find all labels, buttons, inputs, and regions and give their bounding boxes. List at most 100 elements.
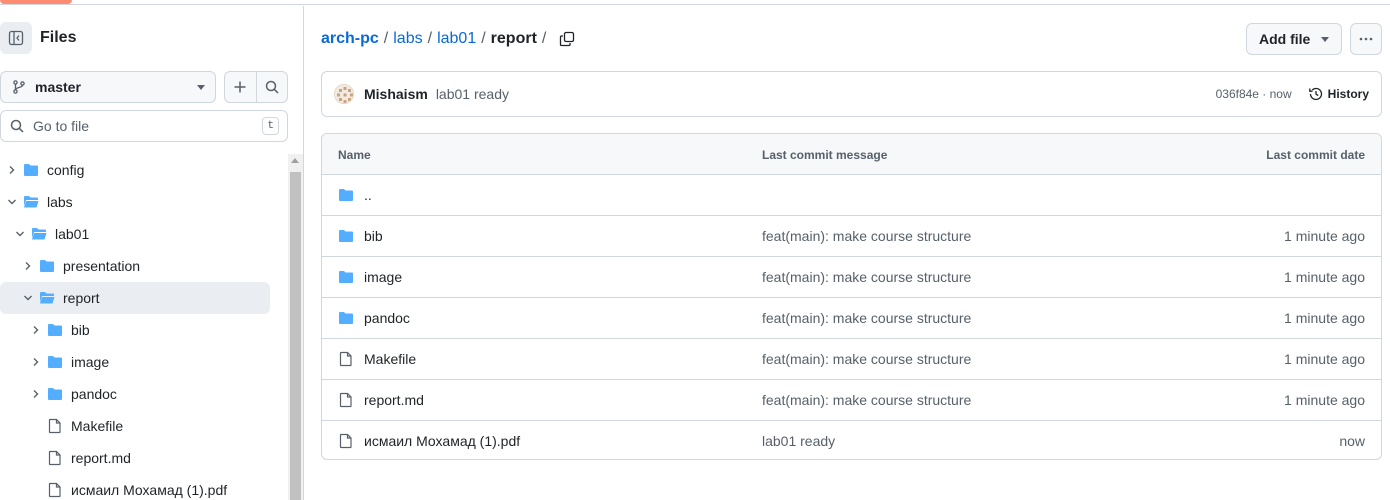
row-name-link[interactable]: bib — [364, 228, 383, 244]
tree-expander[interactable] — [28, 354, 44, 370]
row-commit-date: now — [1339, 433, 1365, 449]
tree-expander[interactable] — [28, 386, 44, 402]
tree-item-file[interactable]: Makefile — [0, 410, 270, 442]
breadcrumb-separator: / — [481, 30, 486, 47]
sidebar-header: Files — [0, 22, 76, 54]
row-name-link[interactable]: .. — [364, 187, 372, 203]
tree-item-folder[interactable]: report — [0, 282, 270, 314]
tree-item-folder[interactable]: presentation — [0, 250, 270, 282]
breadcrumb: arch-pc / labs / lab01 / report / — [321, 28, 575, 50]
row-commit-message-link[interactable]: feat(main): make course structure — [762, 269, 971, 285]
row-name-link[interactable]: image — [364, 269, 402, 285]
avatar[interactable] — [334, 84, 354, 104]
file-table: Name Last commit message Last commit dat… — [321, 133, 1382, 460]
table-row[interactable]: image feat(main): make course structure … — [322, 257, 1381, 298]
chevron-right-icon — [9, 166, 15, 174]
file-tree-sidebar: Files master t config labs lab01 presentati… — [0, 6, 304, 500]
go-to-file-field[interactable]: t — [0, 110, 288, 142]
folder-icon — [339, 230, 353, 242]
row-commit-message-link[interactable]: feat(main): make course structure — [762, 351, 971, 367]
breadcrumb-current: report — [490, 30, 537, 47]
breadcrumb-link-lab01[interactable]: lab01 — [437, 30, 476, 48]
sidebar-scrollbar[interactable] — [288, 154, 303, 500]
row-name-link[interactable]: исмаил Мохамад (1).pdf — [364, 433, 520, 449]
file-icon — [48, 482, 61, 498]
chevron-down-icon — [8, 199, 16, 205]
chevron-right-icon — [25, 262, 31, 270]
folder-icon — [48, 324, 62, 336]
chevron-right-icon — [33, 326, 39, 334]
row-name-link[interactable]: pandoc — [364, 310, 410, 326]
tree-expander[interactable] — [4, 194, 20, 210]
row-commit-message-link[interactable]: feat(main): make course structure — [762, 310, 971, 326]
table-row[interactable]: pandoc feat(main): make course structure… — [322, 298, 1381, 339]
row-commit-message-link[interactable]: lab01 ready — [762, 433, 835, 449]
add-file-button[interactable] — [225, 72, 256, 102]
breadcrumb-link-labs[interactable]: labs — [393, 30, 422, 48]
add-file-label: Add file — [1259, 31, 1311, 47]
tree-item-label: bib — [71, 322, 90, 338]
table-row[interactable]: исмаил Мохамад (1).pdf lab01 ready now — [322, 421, 1381, 459]
tree-item-label: Makefile — [71, 418, 124, 434]
go-to-file-input[interactable] — [33, 118, 263, 134]
table-row[interactable]: .. — [322, 175, 1381, 216]
search-icon — [10, 119, 24, 133]
table-row[interactable]: bib feat(main): make course structure 1 … — [322, 216, 1381, 257]
branch-selector-button[interactable]: master — [0, 71, 216, 103]
tree-item-folder[interactable]: image — [0, 346, 270, 378]
commit-sha-time[interactable]: 036f84e · now — [1216, 87, 1292, 101]
breadcrumb-separator: / — [541, 30, 547, 47]
tree-item-file[interactable]: исмаил Мохамад (1).pdf — [0, 474, 270, 500]
breadcrumb-separator: / — [383, 30, 389, 47]
tree-expander[interactable] — [4, 162, 20, 178]
copy-path-button[interactable] — [559, 31, 575, 47]
history-label: History — [1327, 87, 1369, 101]
row-commit-date: 1 minute ago — [1284, 228, 1365, 244]
chevron-down-icon — [24, 295, 32, 301]
sidebar-title: Files — [40, 29, 77, 46]
sidebar-toggle-button[interactable] — [0, 22, 32, 54]
row-commit-message-link[interactable]: feat(main): make course structure — [762, 228, 971, 244]
row-name-link[interactable]: report.md — [364, 392, 424, 408]
breadcrumb-root-link[interactable]: arch-pc — [321, 30, 379, 48]
tree-item-label: config — [47, 162, 85, 178]
search-button[interactable] — [255, 72, 287, 102]
row-name-link[interactable]: Makefile — [364, 351, 416, 367]
row-commit-date: 1 minute ago — [1284, 392, 1365, 408]
tree-item-label: lab01 — [55, 226, 90, 242]
tree-expander[interactable] — [28, 322, 44, 338]
scroll-up-arrow-icon[interactable] — [291, 158, 299, 163]
file-icon — [48, 450, 61, 466]
tree-item-folder[interactable]: bib — [0, 314, 270, 346]
tree-item-folder[interactable]: pandoc — [0, 378, 270, 410]
add-file-dropdown-button[interactable]: Add file — [1246, 23, 1342, 55]
tree-item-file[interactable]: report.md — [0, 442, 270, 474]
table-row[interactable]: Makefile feat(main): make course structu… — [322, 339, 1381, 380]
scrollbar-thumb[interactable] — [290, 172, 301, 500]
history-icon — [1308, 87, 1322, 101]
history-button[interactable]: History — [1308, 86, 1369, 102]
commit-author-link[interactable]: Mishaism — [364, 86, 428, 102]
sidebar-actions — [224, 71, 288, 103]
row-commit-message-link[interactable]: feat(main): make course structure — [762, 392, 971, 408]
table-row[interactable]: report.md feat(main): make course struct… — [322, 380, 1381, 421]
tree-item-folder[interactable]: labs — [0, 186, 270, 218]
tree-item-label: labs — [47, 194, 73, 210]
column-header-date: Last commit date — [1266, 148, 1365, 162]
tree-item-label: pandoc — [71, 386, 117, 402]
more-options-button[interactable] — [1350, 23, 1382, 55]
commit-message-link[interactable]: lab01 ready — [436, 86, 1216, 102]
search-icon — [265, 80, 279, 94]
folder-icon — [48, 388, 62, 400]
row-commit-date: 1 minute ago — [1284, 310, 1365, 326]
identicon-icon — [335, 85, 353, 103]
tree-expander[interactable] — [20, 258, 36, 274]
tree-expander[interactable] — [20, 290, 36, 306]
tree-item-folder[interactable]: lab01 — [0, 218, 270, 250]
tree-item-folder[interactable]: config — [0, 154, 270, 186]
chevron-right-icon — [33, 390, 39, 398]
folder-icon — [339, 271, 353, 283]
folder-open-icon — [32, 228, 47, 240]
tree-expander[interactable] — [12, 226, 28, 242]
